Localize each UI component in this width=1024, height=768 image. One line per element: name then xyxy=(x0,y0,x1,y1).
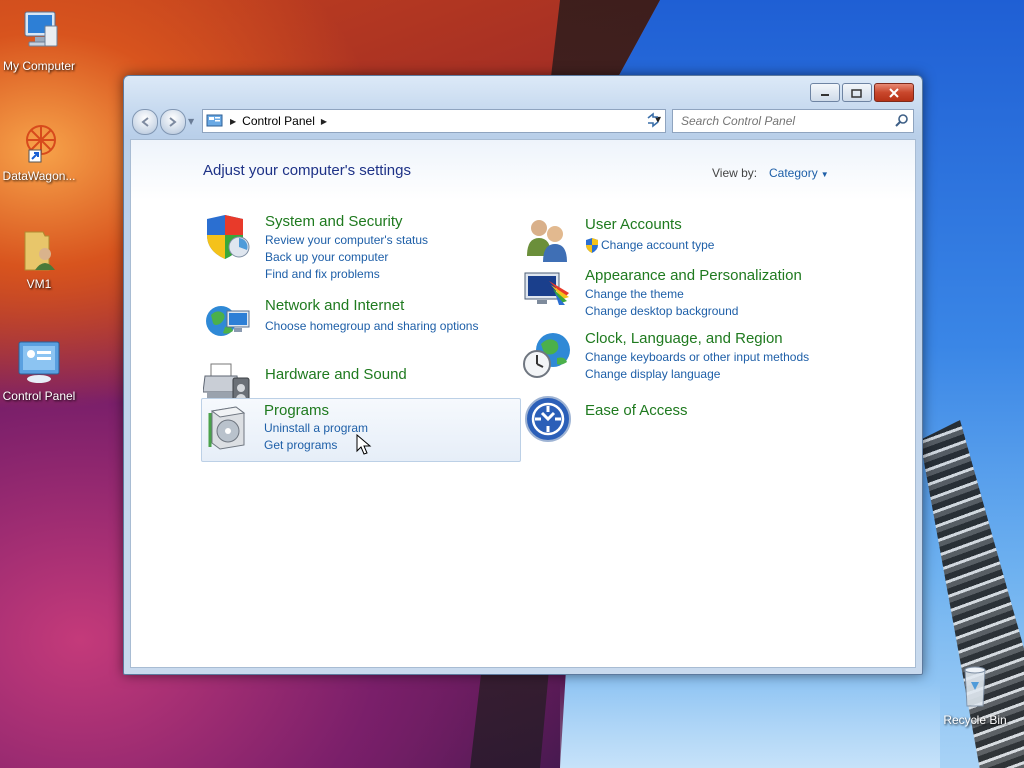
datawagon-shortcut-icon xyxy=(15,118,63,166)
control-panel-small-icon xyxy=(206,114,223,127)
back-button[interactable] xyxy=(132,109,158,135)
link-change-desktop-background[interactable]: Change desktop background xyxy=(585,304,738,318)
category-title[interactable]: User Accounts xyxy=(585,216,682,233)
control-panel-icon xyxy=(15,338,63,386)
category-title[interactable]: Ease of Access xyxy=(585,402,688,419)
desktop-icon-label: VM1 xyxy=(26,277,52,291)
monitor-palette-icon xyxy=(523,267,573,317)
link-get-programs[interactable]: Get programs xyxy=(264,438,337,452)
control-panel-window: ▼ ▶ Control Panel ▶ ▼ Search Control Pan… xyxy=(123,75,923,675)
breadcrumb-control-panel[interactable]: Control Panel xyxy=(242,114,315,128)
category-title[interactable]: Appearance and Personalization xyxy=(585,267,802,284)
minimize-icon xyxy=(821,93,829,96)
content-area: Adjust your computer's settings View by:… xyxy=(130,139,916,668)
breadcrumb-separator-icon[interactable]: ▶ xyxy=(230,117,236,126)
link-back-up[interactable]: Back up your computer xyxy=(265,250,388,264)
category-user-accounts: User Accounts Change account type xyxy=(523,216,843,266)
desktop-icon-my-computer[interactable]: My Computer xyxy=(0,8,81,73)
address-bar[interactable]: ▶ Control Panel ▶ ▼ xyxy=(202,109,666,133)
link-change-keyboards[interactable]: Change keyboards or other input methods xyxy=(585,350,809,364)
link-change-display-language[interactable]: Change display language xyxy=(585,367,720,381)
desktop-icon-control-panel[interactable]: Control Panel xyxy=(0,338,81,403)
programs-disc-icon xyxy=(206,403,256,453)
restore-icon xyxy=(851,88,862,98)
dropdown-arrow-icon: ▼ xyxy=(820,170,829,179)
search-icon[interactable] xyxy=(895,113,909,127)
ease-of-access-icon xyxy=(523,394,573,444)
back-arrow-icon xyxy=(141,117,149,127)
network-globe-icon xyxy=(203,297,253,347)
link-homegroup-sharing[interactable]: Choose homegroup and sharing options xyxy=(265,319,478,333)
shield-icon xyxy=(203,213,253,263)
view-by-label: View by: xyxy=(712,166,758,180)
search-box[interactable] xyxy=(672,109,914,133)
clock-globe-icon xyxy=(523,330,573,380)
user-folder-icon xyxy=(15,226,63,274)
view-by-dropdown[interactable]: Category ▼ xyxy=(769,166,829,180)
link-find-fix-problems[interactable]: Find and fix problems xyxy=(265,267,380,281)
link-review-status[interactable]: Review your computer's status xyxy=(265,233,428,247)
desktop-icon-datawagon[interactable]: DataWagon... xyxy=(0,118,81,183)
view-by-value: Category xyxy=(769,166,818,180)
forward-arrow-icon xyxy=(169,117,177,127)
uac-shield-icon xyxy=(586,238,598,253)
desktop-icon-recycle-bin[interactable]: Recycle Bin xyxy=(933,662,1017,727)
link-change-theme[interactable]: Change the theme xyxy=(585,287,684,301)
forward-button[interactable] xyxy=(160,109,186,135)
category-title[interactable]: Network and Internet xyxy=(265,297,404,314)
users-icon xyxy=(523,216,573,266)
minimize-button[interactable] xyxy=(810,83,840,102)
recycle-bin-icon xyxy=(951,662,999,710)
link-change-account-type[interactable]: Change account type xyxy=(601,238,714,252)
category-ease-of-access: Ease of Access xyxy=(523,394,843,444)
desktop-icon-label: DataWagon... xyxy=(2,169,76,183)
category-title[interactable]: Clock, Language, and Region xyxy=(585,330,783,347)
refresh-icon xyxy=(647,112,659,128)
category-system-and-security: System and Security Review your computer… xyxy=(203,213,503,283)
category-network-and-internet: Network and Internet Choose homegroup an… xyxy=(203,297,503,347)
caption-buttons xyxy=(810,83,914,102)
close-icon xyxy=(889,87,899,98)
desktop-icon-label: Control Panel xyxy=(2,389,76,403)
desktop-icon-vm1[interactable]: VM1 xyxy=(0,226,81,291)
breadcrumb-separator-icon[interactable]: ▶ xyxy=(321,117,327,126)
search-input[interactable] xyxy=(679,110,893,132)
category-appearance-and-personalization: Appearance and Personalization Change th… xyxy=(523,267,843,322)
computer-icon xyxy=(15,8,63,56)
navigation-bar: ▼ ▶ Control Panel ▶ ▼ xyxy=(132,109,914,135)
desktop-icon-label: My Computer xyxy=(2,59,76,73)
maximize-button[interactable] xyxy=(842,83,872,102)
category-title[interactable]: Programs xyxy=(264,402,329,419)
refresh-button[interactable] xyxy=(642,109,664,131)
page-title: Adjust your computer's settings xyxy=(203,162,411,179)
category-title[interactable]: Hardware and Sound xyxy=(265,366,407,383)
category-title[interactable]: System and Security xyxy=(265,213,403,230)
close-button[interactable] xyxy=(874,83,914,102)
recent-pages-dropdown[interactable]: ▼ xyxy=(188,117,194,126)
link-uninstall-program[interactable]: Uninstall a program xyxy=(264,421,368,435)
category-clock-language-region: Clock, Language, and Region Change keybo… xyxy=(523,330,843,385)
mouse-cursor-icon xyxy=(356,434,372,455)
desktop-icon-label: Recycle Bin xyxy=(943,713,1007,727)
